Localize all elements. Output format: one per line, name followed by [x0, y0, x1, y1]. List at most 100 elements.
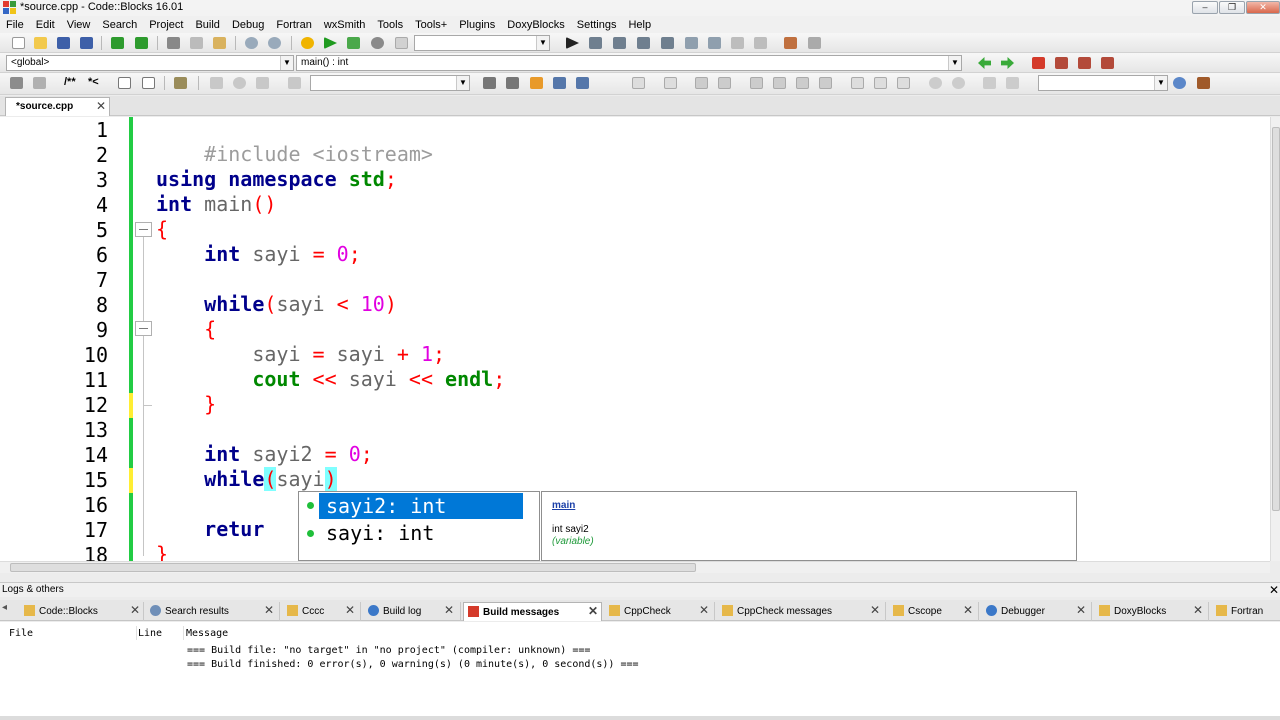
symbol-combo[interactable]: ▼ — [1038, 75, 1168, 91]
build-run-icon[interactable] — [347, 37, 360, 49]
tab-build-messages[interactable]: Build messages ✕ — [463, 602, 602, 621]
next-instruction-icon[interactable] — [685, 37, 698, 49]
chevron-down-icon[interactable]: ▼ — [1154, 76, 1167, 90]
frame-icon[interactable] — [851, 77, 864, 89]
column-header-message[interactable]: Message — [186, 628, 228, 639]
tab-debugger[interactable]: Debugger ✕ — [982, 602, 1092, 621]
close-icon[interactable]: ✕ — [444, 602, 454, 619]
list-item[interactable]: === Build finished: 0 error(s), 0 warnin… — [187, 659, 639, 670]
paste-icon[interactable] — [213, 37, 226, 49]
save-icon[interactable] — [57, 37, 70, 49]
c-icon[interactable] — [1006, 77, 1019, 89]
wrench-icon[interactable] — [10, 77, 23, 89]
jump-forward-icon[interactable] — [256, 77, 269, 89]
pause-icon[interactable] — [731, 37, 744, 49]
scrollbar-thumb[interactable] — [10, 563, 696, 572]
tab-cccc[interactable]: Cccc ✕ — [283, 602, 361, 621]
uncomment-button[interactable]: *< — [88, 76, 99, 88]
menu-view[interactable]: View — [61, 19, 97, 31]
editor-horizontal-scrollbar[interactable] — [0, 561, 1270, 573]
menu-file[interactable]: File — [0, 19, 30, 31]
stop-icon[interactable] — [754, 37, 767, 49]
maximize-button[interactable]: ❐ — [1219, 1, 1245, 14]
minimize-button[interactable]: – — [1192, 1, 1218, 14]
close-icon[interactable]: ✕ — [699, 602, 709, 619]
tab-source-cpp[interactable]: *source.cpp ✕ — [5, 97, 110, 116]
layout-icon[interactable] — [750, 77, 763, 89]
doc-title-link[interactable]: main — [552, 500, 575, 511]
build-gear-icon[interactable] — [301, 37, 314, 49]
menu-plugins[interactable]: Plugins — [453, 19, 501, 31]
autocomplete-list[interactable]: sayi2: int sayi: int — [298, 491, 540, 561]
layout3-icon[interactable] — [796, 77, 809, 89]
tab-fortran[interactable]: Fortran — [1212, 602, 1280, 621]
rebuild-icon[interactable] — [371, 37, 384, 49]
frame3-icon[interactable] — [897, 77, 910, 89]
zoom-out-icon[interactable] — [952, 77, 965, 89]
undo-icon[interactable] — [111, 37, 124, 49]
menu-settings[interactable]: Settings — [571, 19, 623, 31]
close-icon[interactable]: ✕ — [264, 602, 274, 619]
column-divider[interactable] — [136, 626, 137, 640]
rect-icon[interactable] — [664, 77, 677, 89]
comment-button[interactable]: /** — [64, 76, 76, 88]
highlight-pen-icon[interactable] — [530, 77, 543, 89]
find-icon[interactable] — [245, 37, 258, 49]
chevron-down-icon[interactable]: ▼ — [456, 76, 469, 90]
scrollbar-thumb[interactable] — [1272, 127, 1280, 511]
text-format-icon[interactable] — [576, 77, 589, 89]
step-out-icon[interactable] — [661, 37, 674, 49]
step-into-instruction-icon[interactable] — [708, 37, 721, 49]
close-icon[interactable]: ✕ — [588, 603, 598, 620]
column-header-line[interactable]: Line — [138, 628, 162, 639]
menu-tools[interactable]: Tools — [371, 19, 409, 31]
search-icon[interactable] — [1173, 77, 1186, 89]
fold-toggle-icon[interactable] — [135, 321, 152, 336]
redo-icon[interactable] — [135, 37, 148, 49]
menu-doxyblocks[interactable]: DoxyBlocks — [501, 19, 570, 31]
cut-icon[interactable] — [167, 37, 180, 49]
debug-windows-icon[interactable] — [784, 37, 797, 49]
close-icon[interactable]: ✕ — [870, 602, 880, 619]
tool-icon[interactable] — [33, 77, 46, 89]
tab-cscope[interactable]: Cscope ✕ — [889, 602, 979, 621]
chevron-down-icon[interactable]: ▼ — [948, 56, 961, 70]
editor-vertical-scrollbar[interactable] — [1270, 117, 1280, 561]
list-item[interactable]: === Build file: "no target" in "no proje… — [187, 645, 590, 656]
envelope-icon[interactable] — [695, 77, 708, 89]
close-icon[interactable]: ✕ — [963, 602, 973, 619]
arrow-back-icon[interactable] — [483, 77, 496, 89]
pointer-icon[interactable] — [632, 77, 645, 89]
bookmark-flag-icon[interactable] — [1032, 57, 1045, 69]
menu-edit[interactable]: Edit — [30, 19, 61, 31]
select-tool-icon[interactable] — [553, 77, 566, 89]
s-icon[interactable] — [983, 77, 996, 89]
arrow-left-icon[interactable] — [978, 57, 991, 69]
close-icon[interactable]: ✕ — [1193, 602, 1203, 619]
tab-cppcheck-messages[interactable]: CppCheck messages ✕ — [718, 602, 886, 621]
layout4-icon[interactable] — [819, 77, 832, 89]
arrow-forward-icon[interactable] — [506, 77, 519, 89]
toggle-comment-icon[interactable] — [118, 77, 131, 89]
column-divider[interactable] — [183, 626, 184, 640]
close-icon[interactable]: ✕ — [1269, 583, 1279, 597]
image-icon[interactable] — [718, 77, 731, 89]
next-line-icon[interactable] — [613, 37, 626, 49]
zoom-in-icon[interactable] — [929, 77, 942, 89]
tab-scroll-left-icon[interactable]: ◂ — [2, 602, 7, 613]
arrow-right-icon[interactable] — [1001, 57, 1014, 69]
highlight-icon[interactable] — [288, 77, 301, 89]
jump-icon[interactable] — [233, 77, 246, 89]
scope-combo[interactable]: <global> ▼ — [6, 55, 294, 71]
settings-wrench-icon[interactable] — [1197, 77, 1210, 89]
autocomplete-item-selected[interactable]: sayi2: int — [319, 493, 523, 519]
menu-tools-plus[interactable]: Tools+ — [409, 19, 453, 31]
column-header-file[interactable]: File — [9, 628, 33, 639]
tab-search-results[interactable]: Search results ✕ — [146, 602, 280, 621]
copy-icon[interactable] — [190, 37, 203, 49]
layout2-icon[interactable] — [773, 77, 786, 89]
frame2-icon[interactable] — [874, 77, 887, 89]
new-file-icon[interactable] — [12, 37, 25, 49]
format-icon[interactable] — [174, 77, 187, 89]
run-icon[interactable] — [324, 37, 337, 49]
